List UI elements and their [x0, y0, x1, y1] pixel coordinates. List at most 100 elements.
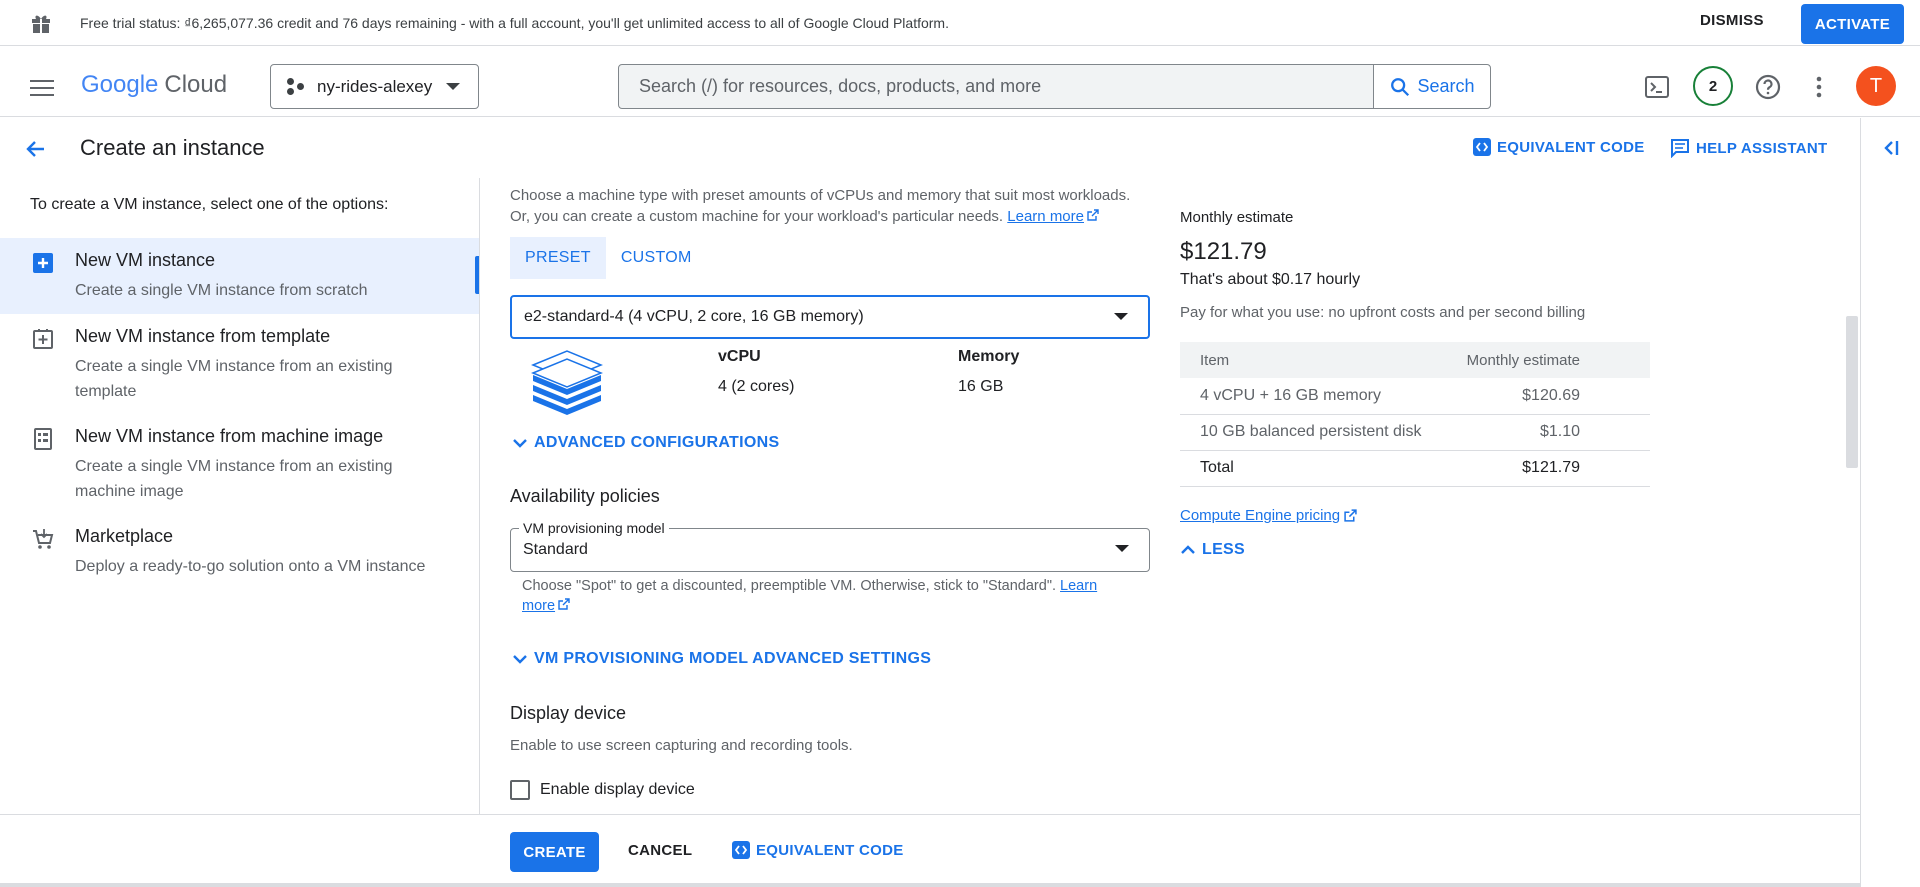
estimate-price: $121.79 — [1180, 238, 1267, 265]
provisioning-advanced-settings-toggle[interactable]: VM PROVISIONING MODEL ADVANCED SETTINGS — [512, 650, 931, 668]
learn-more-label: Learn more — [1007, 208, 1084, 225]
provisioning-help: Choose "Spot" to get a discounted, preem… — [522, 578, 1057, 594]
chevron-down-icon — [513, 655, 527, 664]
more-label: more — [522, 598, 556, 614]
option-title: New VM instance from machine image — [75, 426, 384, 446]
equivalent-code-button[interactable]: EQUIVALENT CODE — [1473, 138, 1645, 156]
option-description: Create a single VM instance from an exis… — [75, 358, 393, 400]
create-button[interactable]: CREATE — [510, 832, 599, 872]
estimate-heading: Monthly estimate — [1180, 209, 1294, 226]
option-description: Deploy a ready-to-go solution onto a VM … — [75, 558, 426, 575]
chevron-down-icon — [513, 439, 527, 448]
divider — [0, 883, 1860, 887]
open-in-new-icon — [1087, 209, 1099, 221]
learn-label: Learn — [1060, 578, 1098, 594]
option-new-vm[interactable]: New VM instance Create a single VM insta… — [0, 238, 479, 314]
notifications-badge[interactable]: 2 — [1693, 66, 1733, 106]
option-title: Marketplace — [75, 526, 174, 546]
gift-icon — [32, 15, 50, 33]
advanced-configurations-toggle[interactable]: ADVANCED CONFIGURATIONS — [512, 434, 779, 452]
availability-policies-title: Availability policies — [510, 486, 660, 506]
memory-label: Memory — [958, 348, 1020, 365]
learn-more-link[interactable]: Learn more — [1007, 208, 1099, 225]
machine-tabs: PRESET CUSTOM — [510, 237, 707, 279]
more-vert-icon[interactable] — [1814, 75, 1824, 99]
tab-custom[interactable]: CUSTOM — [606, 237, 707, 279]
search-button[interactable]: Search — [1373, 65, 1490, 108]
table-row-total: Total $121.79 — [1180, 450, 1650, 487]
footer-equivalent-code-button[interactable]: EQUIVALENT CODE — [732, 841, 904, 859]
collapse-panel-icon[interactable] — [1881, 138, 1901, 158]
option-from-template[interactable]: New VM instance from template Create a s… — [0, 314, 479, 414]
footer-equivalent-code-label: EQUIVALENT CODE — [756, 841, 904, 859]
search-bar: Search — [618, 64, 1491, 109]
machine-type-value: e2-standard-4 (4 vCPU, 2 core, 16 GB mem… — [524, 308, 864, 325]
project-picker[interactable]: ny-rides-alexey — [270, 64, 479, 109]
option-title: New VM instance — [75, 250, 216, 270]
cancel-button[interactable]: CANCEL — [628, 842, 692, 859]
logo-cloud-text: Cloud — [164, 71, 228, 98]
search-input[interactable] — [619, 76, 1369, 97]
cloud-shell-icon[interactable] — [1644, 74, 1670, 100]
table-row: 10 GB balanced persistent disk $1.10 — [1180, 414, 1650, 451]
machine-desc-line2: Or, you can create a custom machine for … — [510, 208, 1004, 225]
tab-preset[interactable]: PRESET — [510, 237, 606, 279]
row-item: Total — [1180, 450, 1436, 487]
avatar[interactable]: T — [1856, 66, 1896, 106]
option-description: Create a single VM instance from an exis… — [75, 458, 393, 500]
display-device-title: Display device — [510, 703, 627, 723]
machine-type-select[interactable]: e2-standard-4 (4 vCPU, 2 core, 16 GB mem… — [510, 295, 1150, 339]
options-intro: To create a VM instance, select one of t… — [30, 196, 389, 213]
open-in-new-icon — [558, 598, 570, 610]
chat-icon — [1671, 139, 1689, 158]
creation-options-panel: To create a VM instance, select one of t… — [0, 178, 480, 814]
project-name: ny-rides-alexey — [317, 76, 433, 96]
google-cloud-logo[interactable]: Google Cloud — [81, 71, 227, 99]
menu-icon[interactable] — [30, 80, 54, 98]
column-header-item: Item — [1180, 342, 1436, 378]
provisioning-help-text: Choose "Spot" to get a discounted, preem… — [522, 576, 1122, 616]
cart-icon — [33, 529, 54, 549]
scrollbar[interactable] — [1846, 316, 1858, 468]
vm-provisioning-model-select[interactable]: VM provisioning model Standard — [510, 520, 1150, 572]
action-footer: CREATE CANCEL EQUIVALENT CODE — [0, 814, 1860, 887]
row-cost: $1.10 — [1435, 414, 1650, 451]
estimate-note: Pay for what you use: no upfront costs a… — [1180, 304, 1586, 321]
activate-button[interactable]: ACTIVATE — [1801, 4, 1904, 44]
help-assistant-button[interactable]: HELP ASSISTANT — [1670, 138, 1827, 158]
chevron-down-icon — [446, 83, 460, 90]
option-marketplace[interactable]: Marketplace Deploy a ready-to-go solutio… — [0, 514, 479, 594]
dropdown-arrow-icon — [1114, 313, 1128, 320]
back-arrow-icon[interactable] — [24, 137, 48, 161]
option-title: New VM instance from template — [75, 326, 331, 346]
column-header-estimate: Monthly estimate — [1435, 342, 1650, 378]
trial-status-text: Free trial status: ₫6,265,077.36 credit … — [80, 15, 949, 31]
enable-display-device-row[interactable]: Enable display device — [510, 780, 695, 800]
field-label: VM provisioning model — [519, 520, 669, 536]
logo-google-text: Google — [81, 71, 159, 98]
template-icon — [33, 329, 53, 349]
table-row: 4 vCPU + 16 GB memory $120.69 — [1180, 378, 1650, 415]
advanced-configurations-label: ADVANCED CONFIGURATIONS — [534, 434, 780, 451]
vcpu-label: vCPU — [718, 348, 761, 365]
machine-image-icon — [34, 428, 52, 450]
help-icon[interactable] — [1754, 73, 1782, 101]
enable-display-checkbox[interactable] — [510, 780, 530, 800]
pricing-link-label: Compute Engine pricing — [1180, 507, 1341, 524]
search-icon — [1391, 77, 1410, 96]
vcpu-value: 4 (2 cores) — [718, 378, 795, 395]
page-title: Create an instance — [80, 135, 265, 160]
project-hierarchy-icon — [287, 77, 305, 96]
checkbox-label: Enable display device — [540, 781, 695, 798]
less-toggle[interactable]: LESS — [1180, 541, 1245, 559]
chevron-up-icon — [1181, 545, 1195, 554]
machine-desc-line1: Choose a machine type with preset amount… — [510, 187, 1131, 204]
dismiss-button[interactable]: DISMISS — [1700, 12, 1764, 29]
less-label: LESS — [1202, 541, 1245, 558]
compute-engine-pricing-link[interactable]: Compute Engine pricing — [1180, 507, 1357, 524]
code-icon — [1473, 138, 1491, 156]
right-rail — [1860, 118, 1920, 887]
option-from-machine-image[interactable]: New VM instance from machine image Creat… — [0, 414, 479, 514]
table-header-row: Item Monthly estimate — [1180, 342, 1650, 378]
search-button-label: Search — [1417, 76, 1475, 96]
